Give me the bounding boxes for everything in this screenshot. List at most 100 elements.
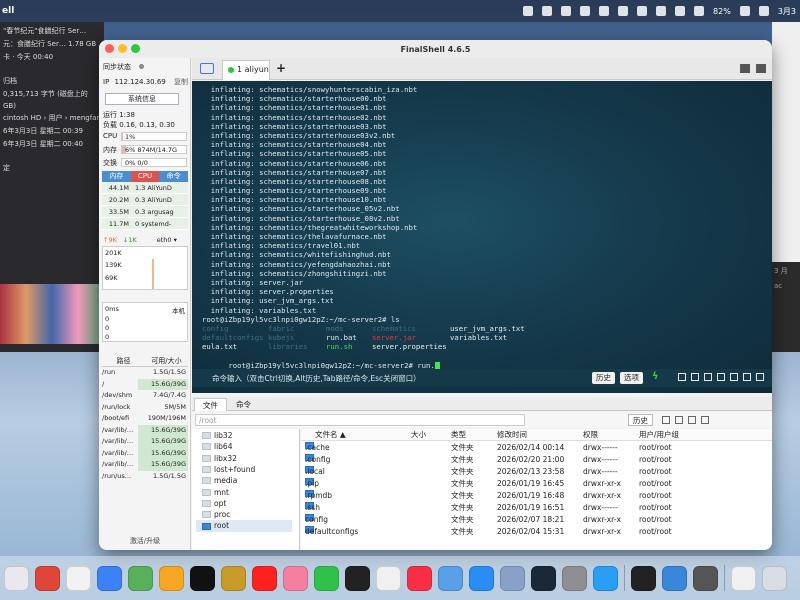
chatgpt-icon[interactable] xyxy=(376,565,401,591)
file-row[interactable]: .cache 文件夹 2026/02/14 00:14 drwx------ root/… xyxy=(301,442,772,454)
appstore-icon[interactable] xyxy=(469,565,494,591)
camera-icon[interactable] xyxy=(542,6,553,16)
process-row[interactable]: 20.2M 0.3 AliYunD xyxy=(102,194,188,206)
chrome-icon[interactable] xyxy=(35,565,60,591)
file-row[interactable]: .config 文件夹 2026/02/20 21:00 drwx------ root… xyxy=(301,454,772,466)
cpu-icon[interactable] xyxy=(561,6,572,16)
tree-item-proc[interactable]: proc xyxy=(202,509,230,520)
grid-icon[interactable] xyxy=(580,6,591,16)
ping-host[interactable]: 本机 xyxy=(172,305,185,315)
maps-icon[interactable] xyxy=(128,565,153,591)
trash-icon[interactable] xyxy=(762,565,787,591)
steam-icon[interactable] xyxy=(531,565,556,591)
disk-row[interactable]: /var/lib/… 15.6G/39G xyxy=(102,436,188,448)
file-col-header[interactable]: 文件名 ▲ xyxy=(315,429,346,441)
music-icon[interactable] xyxy=(407,565,432,591)
refresh-icon[interactable] xyxy=(662,416,670,424)
tiktok-icon[interactable] xyxy=(190,565,215,591)
process-row[interactable]: 44.1M 1.3 AliYunD xyxy=(102,182,188,194)
grid-layout-icon[interactable] xyxy=(740,64,750,73)
disk-row[interactable]: /run/lock 5M/5M xyxy=(102,402,188,414)
download-icon[interactable] xyxy=(743,373,751,381)
tree-item-mnt[interactable]: mnt xyxy=(202,487,229,498)
proc-col-mem[interactable]: 内存 xyxy=(102,171,131,182)
file-col-header[interactable]: 修改时间 xyxy=(497,429,527,441)
files-icon[interactable] xyxy=(500,565,525,591)
add-tab-button[interactable]: + xyxy=(276,61,286,75)
file-row[interactable]: defaultconfigs 文件夹 2026/02/04 15:31 drwxr-x… xyxy=(301,526,772,538)
youtube-icon[interactable] xyxy=(252,565,277,591)
clear-icon[interactable] xyxy=(704,373,712,381)
tree-item-libx32[interactable]: libx32 xyxy=(202,453,237,464)
proc-col-cpu[interactable]: CPU xyxy=(130,171,160,182)
wow-icon[interactable] xyxy=(221,565,246,591)
bluetooth-icon[interactable] xyxy=(637,6,648,16)
copy-ip-button[interactable]: 复制 xyxy=(174,78,188,86)
disk-row[interactable]: /run/us… 1.5G/1.5G xyxy=(102,471,188,483)
tab-aliyun[interactable]: 1 aliyun xyxy=(222,60,270,80)
gear-icon[interactable] xyxy=(730,373,738,381)
battery-icon[interactable] xyxy=(739,6,750,16)
control-center-icon[interactable] xyxy=(758,6,769,16)
mail-status-icon[interactable] xyxy=(599,6,610,16)
photos-icon[interactable] xyxy=(159,565,184,591)
pause-icon[interactable] xyxy=(656,6,667,16)
intellij-icon[interactable] xyxy=(345,565,370,591)
file-row[interactable]: .rpmdb 文件夹 2026/01/19 16:48 drwxr-xr-x root/… xyxy=(301,490,772,502)
process-row[interactable]: 33.5M 0.3 argusag xyxy=(102,206,188,218)
sysinfo-button[interactable]: 系统信息 xyxy=(105,93,179,105)
tab-commands[interactable]: 命令 xyxy=(228,398,259,411)
disk-row[interactable]: /var/lib/… 15.6G/39G xyxy=(102,447,188,459)
minimize-icon[interactable] xyxy=(118,44,127,53)
upload-icon[interactable] xyxy=(675,416,683,424)
qq-icon[interactable] xyxy=(593,565,618,591)
close-icon[interactable] xyxy=(105,44,114,53)
upgrade-link[interactable]: 激活/升级 xyxy=(99,536,191,546)
disk-row[interactable]: /dev/shm 7.4G/7.4G xyxy=(102,390,188,402)
file-row[interactable]: .local 文件夹 2026/02/13 23:58 drwx------ root/… xyxy=(301,466,772,478)
settings-icon[interactable] xyxy=(562,565,587,591)
finder-icon[interactable] xyxy=(438,565,463,591)
rocket-icon[interactable] xyxy=(66,565,91,591)
file-row[interactable]: .pip 文件夹 2026/01/19 16:45 drwxr-xr-x root/ro… xyxy=(301,478,772,490)
tree-item-media[interactable]: media xyxy=(202,475,237,486)
command-input-bar[interactable]: 命令输入（双击Ctrl切换,Alt历史,Tab路径/命令,Esc关闭窗口） 历史… xyxy=(192,369,772,387)
wifi-icon[interactable] xyxy=(694,6,705,16)
terminal-icon[interactable] xyxy=(631,565,656,591)
disk-row[interactable]: / 15.6G/39G xyxy=(102,378,188,390)
zoom-icon[interactable] xyxy=(131,44,140,53)
file-row[interactable]: .ssh 文件夹 2026/01/19 16:51 drwx------ root/ro… xyxy=(301,502,772,514)
menu-icon[interactable] xyxy=(756,373,764,381)
download-file-icon[interactable] xyxy=(688,416,696,424)
wechat-icon[interactable] xyxy=(314,565,339,591)
menubar-date[interactable]: 3月3 xyxy=(778,6,796,17)
proc-col-cmd[interactable]: 命令 xyxy=(159,171,189,182)
more-icon[interactable] xyxy=(701,416,709,424)
search-icon[interactable] xyxy=(717,373,725,381)
disk-row[interactable]: /var/lib/… 15.6G/39G xyxy=(102,459,188,471)
file-col-header[interactable]: 用户/用户组 xyxy=(639,429,679,441)
stage-icon[interactable] xyxy=(523,6,534,16)
qqbrowser-icon[interactable] xyxy=(662,565,687,591)
lightning-icon[interactable]: ϟ xyxy=(652,371,659,382)
input-method-icon[interactable] xyxy=(675,6,686,16)
menu-app-name[interactable]: ell xyxy=(2,6,14,16)
record-icon[interactable] xyxy=(618,6,629,16)
window-titlebar[interactable]: FinalShell 4.6.5 xyxy=(99,40,772,58)
mail-icon[interactable] xyxy=(97,565,122,591)
window-icon[interactable] xyxy=(693,565,718,591)
launchpad-icon[interactable] xyxy=(4,565,29,591)
tree-item-lib32[interactable]: lib32 xyxy=(202,430,232,441)
terminal[interactable]: inflating: schematics/snowyhunterscabin_… xyxy=(192,81,772,393)
command-input-hint[interactable]: 命令输入（双击Ctrl切换,Alt历史,Tab路径/命令,Esc关闭窗口） xyxy=(212,373,421,384)
folder-icon[interactable] xyxy=(200,63,214,74)
command-history-button[interactable]: 历史 xyxy=(592,372,615,384)
file-col-header[interactable]: 类型 xyxy=(451,429,466,441)
tree-item-lib64[interactable]: lib64 xyxy=(202,441,232,452)
tab-files[interactable]: 文件 xyxy=(194,398,227,411)
process-row[interactable]: 11.7M 0 systemd- xyxy=(102,218,188,230)
tree-item-opt[interactable]: opt xyxy=(202,498,226,509)
net-interface-select[interactable]: eth0 ▾ xyxy=(157,236,177,244)
bilibili-icon[interactable] xyxy=(283,565,308,591)
ip-value[interactable]: 112.124.30.69 xyxy=(115,78,166,86)
